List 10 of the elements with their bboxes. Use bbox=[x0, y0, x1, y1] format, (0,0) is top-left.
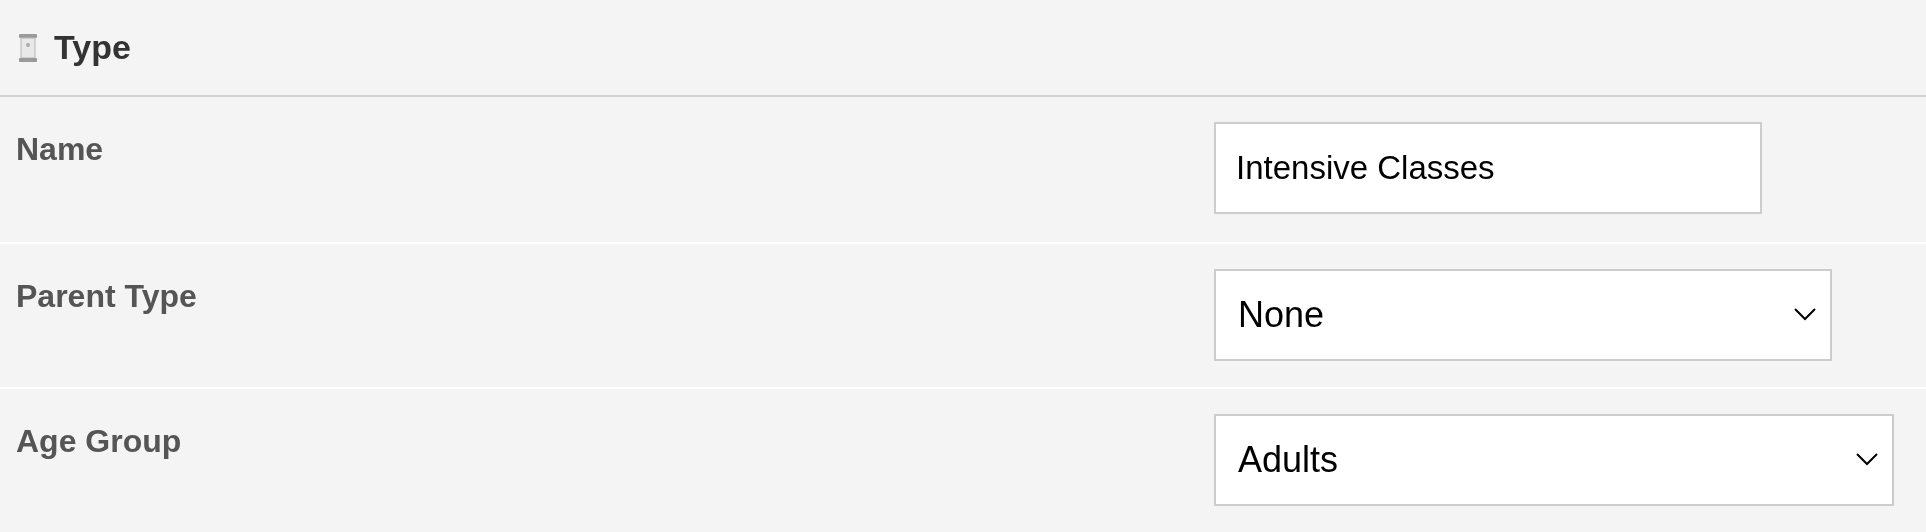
field-label: Name bbox=[16, 131, 104, 167]
chevron-down-icon bbox=[1856, 453, 1878, 467]
chevron-down-icon bbox=[1794, 308, 1816, 322]
text-field[interactable]: Intensive Classes bbox=[1214, 122, 1762, 214]
dropdown[interactable]: None bbox=[1214, 269, 1832, 361]
field-label: Age Group bbox=[16, 423, 182, 459]
field-label: Parent Type bbox=[16, 278, 197, 314]
hourglass-icon bbox=[18, 32, 38, 63]
section-title: Type bbox=[54, 27, 131, 68]
dropdown[interactable]: Adults bbox=[1214, 414, 1894, 506]
